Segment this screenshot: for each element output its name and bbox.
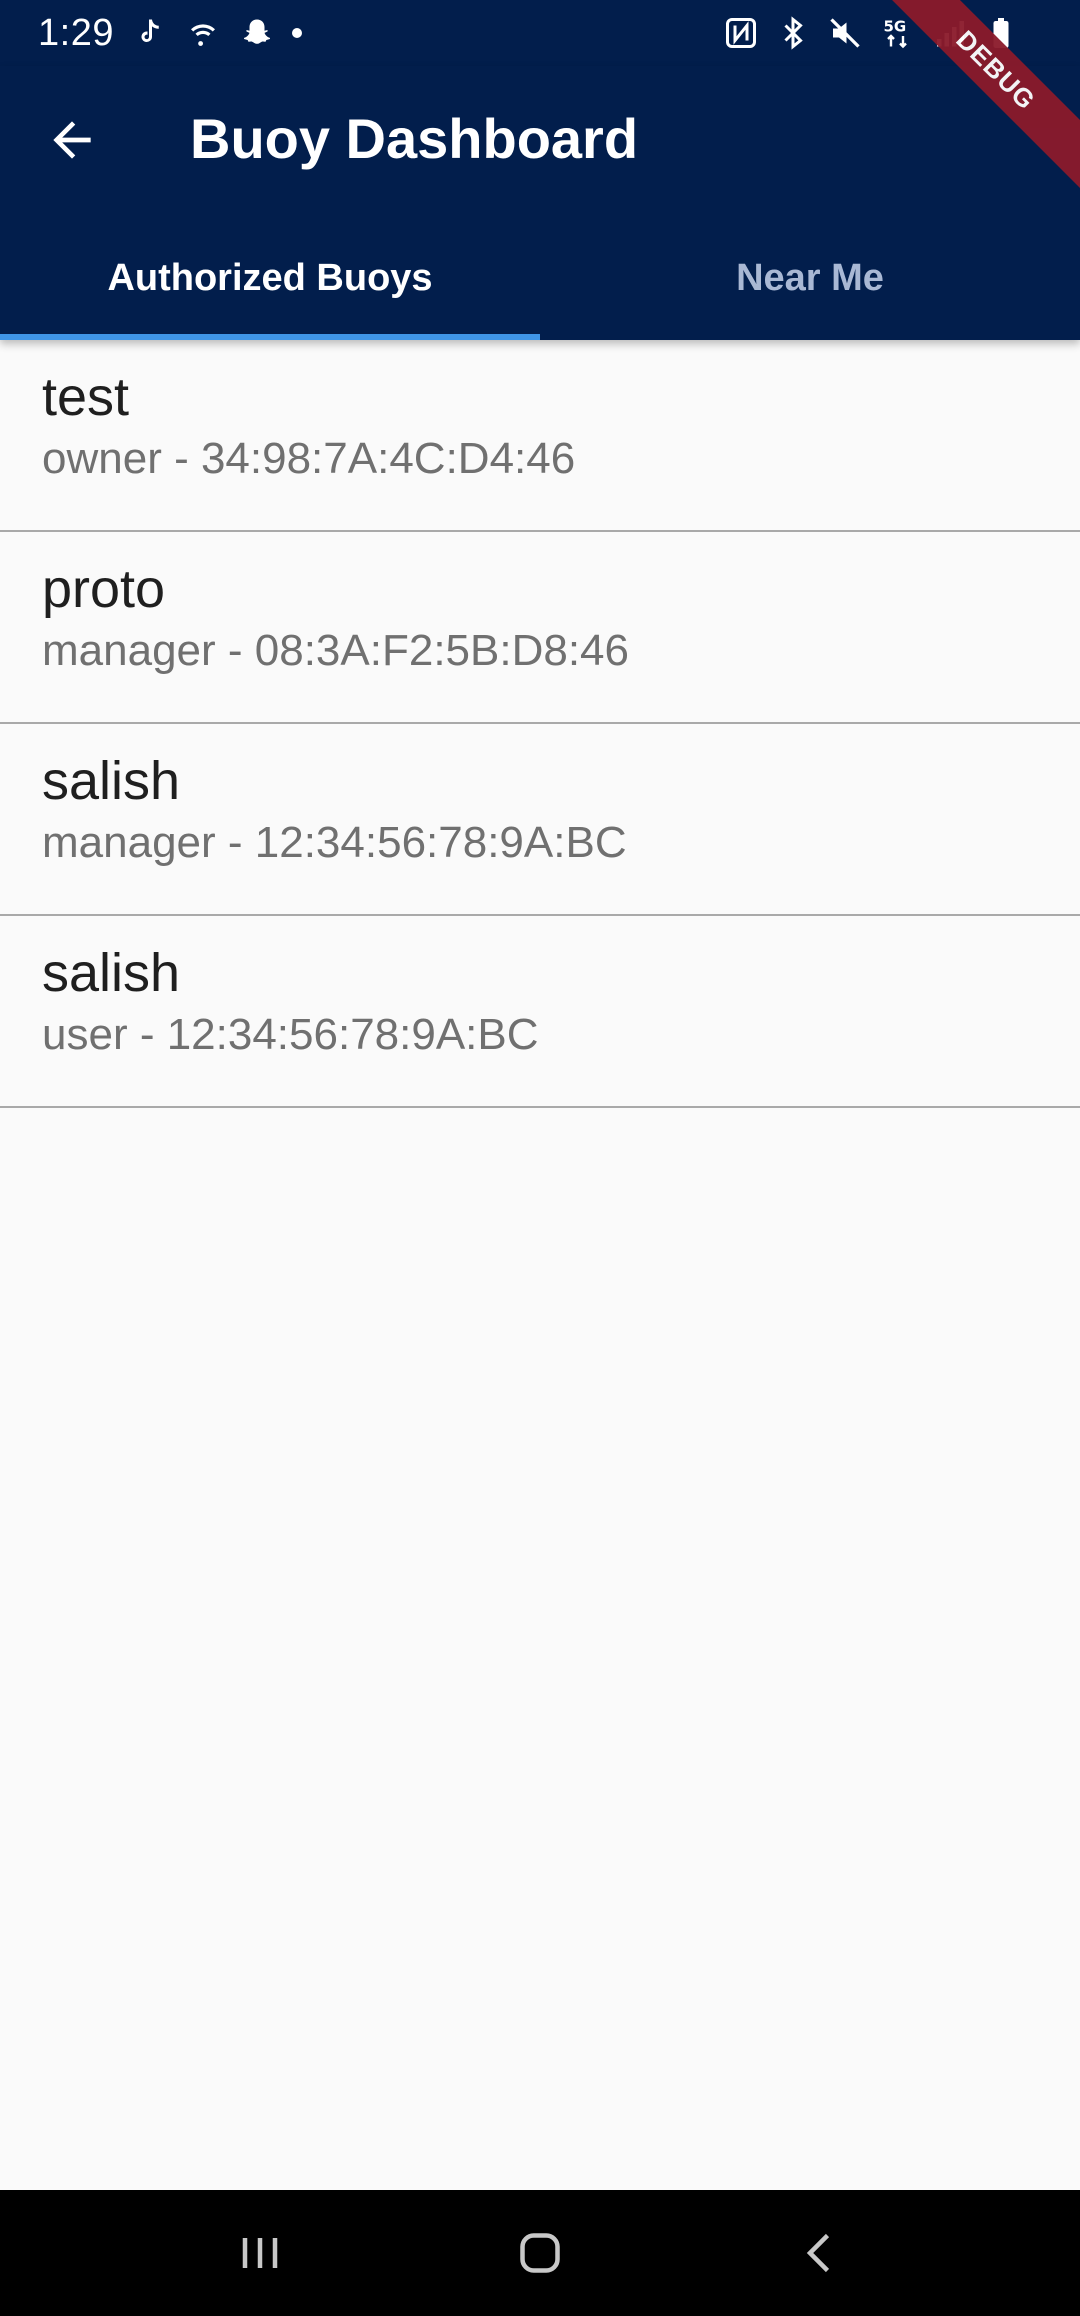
dot-icon bbox=[291, 28, 302, 38]
home-button[interactable] bbox=[480, 2203, 600, 2303]
home-icon bbox=[520, 2233, 560, 2273]
status-left-icons bbox=[130, 14, 302, 52]
system-nav-bar bbox=[0, 2190, 1080, 2316]
buoy-detail: manager - 12:34:56:78:9A:BC bbox=[42, 818, 627, 867]
snapchat-icon bbox=[238, 14, 276, 52]
svg-text:5G: 5G bbox=[884, 18, 907, 36]
bluetooth-icon bbox=[774, 14, 812, 52]
app-bar: Buoy Dashboard Authorized Buoys Near Me bbox=[0, 66, 1080, 340]
5g-icon: 5G bbox=[878, 14, 916, 52]
recents-icon bbox=[242, 2238, 278, 2268]
buoy-list: test owner - 34:98:7A:4C:D4:46 proto man… bbox=[0, 340, 1080, 1108]
tab-bar: Authorized Buoys Near Me bbox=[0, 216, 1080, 340]
tab-near-me[interactable]: Near Me bbox=[540, 216, 1080, 340]
list-item[interactable]: test owner - 34:98:7A:4C:D4:46 bbox=[0, 340, 1080, 532]
recents-button[interactable] bbox=[200, 2203, 320, 2303]
nav-back-button[interactable] bbox=[760, 2203, 880, 2303]
app-bar-top: Buoy Dashboard bbox=[0, 66, 1080, 216]
buoy-name: salish bbox=[42, 751, 181, 811]
page-title: Buoy Dashboard bbox=[190, 107, 639, 170]
buoy-name: salish bbox=[42, 943, 181, 1003]
nfc-icon bbox=[722, 14, 760, 52]
list-item[interactable]: proto manager - 08:3A:F2:5B:D8:46 bbox=[0, 532, 1080, 724]
status-time: 1:29 bbox=[38, 11, 114, 54]
arrow-back-icon bbox=[53, 121, 91, 159]
buoy-detail: manager - 08:3A:F2:5B:D8:46 bbox=[42, 626, 629, 675]
mute-icon bbox=[826, 14, 864, 52]
back-icon bbox=[806, 2233, 830, 2273]
buoy-detail: owner - 34:98:7A:4C:D4:46 bbox=[42, 434, 576, 483]
wifi-icon bbox=[184, 14, 222, 52]
screen: 1:29 5G DEBUG Buoy Dashboard Authorized … bbox=[0, 0, 1080, 2316]
list-item[interactable]: salish user - 12:34:56:78:9A:BC bbox=[0, 916, 1080, 1108]
list-item[interactable]: salish manager - 12:34:56:78:9A:BC bbox=[0, 724, 1080, 916]
tiktok-icon bbox=[130, 14, 168, 52]
buoy-detail: user - 12:34:56:78:9A:BC bbox=[42, 1010, 539, 1059]
back-button[interactable] bbox=[30, 98, 114, 182]
buoy-name: test bbox=[42, 367, 130, 427]
tab-authorized-buoys[interactable]: Authorized Buoys bbox=[0, 216, 540, 340]
buoy-name: proto bbox=[42, 559, 166, 619]
